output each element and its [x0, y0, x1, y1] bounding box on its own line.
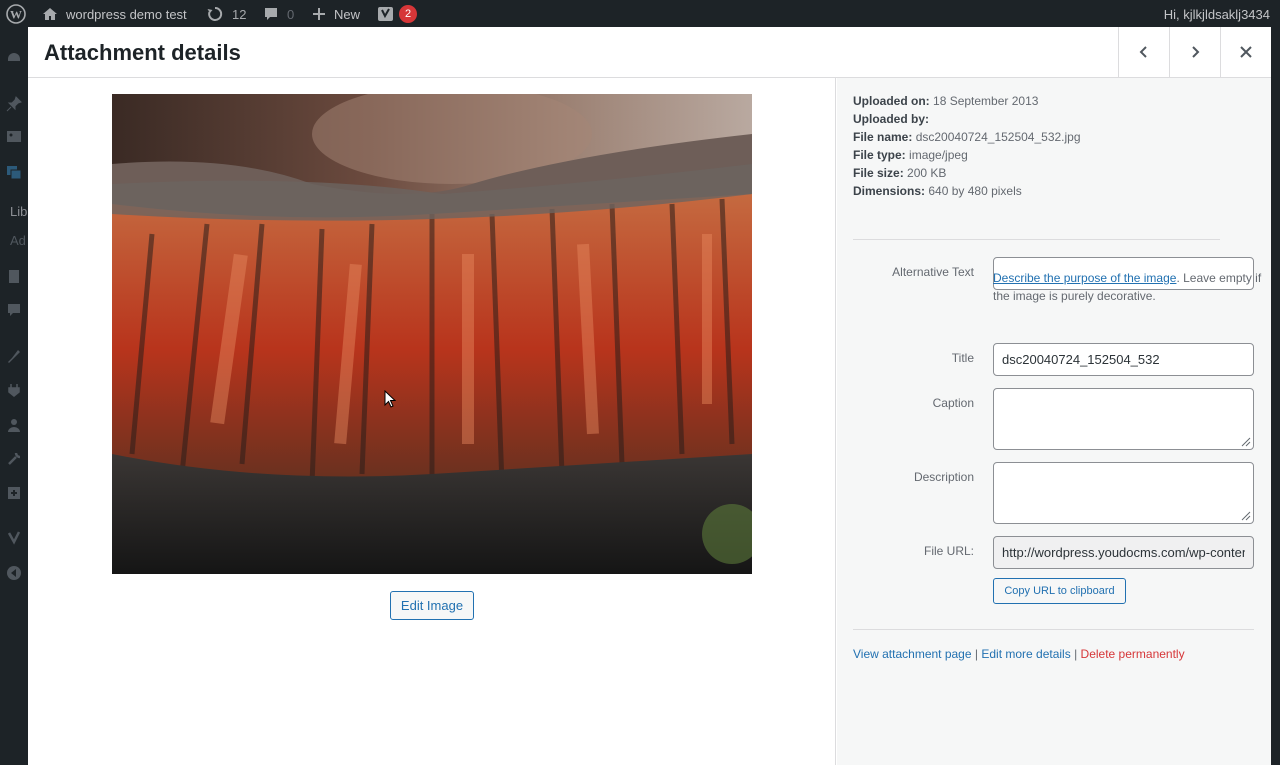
media-icon[interactable] [6, 128, 22, 144]
modal-title: Attachment details [44, 40, 241, 65]
comments-count: 0 [287, 6, 295, 22]
image-preview-area: Edit Image [28, 78, 836, 765]
caption-label: Caption [932, 396, 974, 410]
description-textarea[interactable] [993, 462, 1254, 524]
uploaded-on-label: Uploaded on: [853, 94, 930, 108]
dimensions-value: 640 by 480 pixels [928, 184, 1022, 198]
divider [853, 239, 1220, 240]
dimensions: Dimensions: 640 by 480 pixels [853, 182, 1081, 200]
alt-text-help: Describe the purpose of the image. Leave… [993, 269, 1263, 305]
seo-notification-badge: 2 [399, 5, 417, 23]
title-label: Title [951, 351, 974, 365]
wordpress-logo-icon[interactable]: W [6, 0, 26, 28]
pages-icon[interactable] [6, 269, 22, 285]
attachment-details-modal: Attachment details Edit Image Uploaded o… [28, 27, 1271, 765]
seo-icon[interactable] [6, 530, 22, 546]
caption-textarea[interactable] [993, 388, 1254, 450]
edit-more-details-link[interactable]: Edit more details [981, 647, 1070, 661]
tools-icon[interactable] [6, 451, 22, 467]
file-name-value: dsc20040724_152504_532.jpg [915, 130, 1081, 144]
description-label: Description [913, 470, 974, 484]
uploaded-by: Uploaded by: [853, 110, 1081, 128]
svg-text:W: W [10, 8, 22, 22]
library-icon[interactable] [6, 164, 22, 180]
site-name-link[interactable]: wordpress demo test [42, 0, 187, 28]
home-icon [43, 8, 57, 20]
account-greeting[interactable]: Hi, kjlkjldsaklj3434 [1164, 0, 1270, 28]
chevron-left-icon [1139, 46, 1147, 58]
previous-button[interactable] [1118, 27, 1169, 77]
admin-sidebar: Lib Ad [0, 28, 28, 765]
new-content-link[interactable]: New [312, 0, 360, 28]
updates-link[interactable]: 12 [206, 0, 246, 28]
delete-permanently-link[interactable]: Delete permanently [1081, 647, 1185, 661]
file-size: File size: 200 KB [853, 164, 1081, 182]
uploaded-on-value: 18 September 2013 [933, 94, 1039, 108]
mouse-cursor-icon [384, 390, 396, 408]
alt-text-help-link[interactable]: Describe the purpose of the image [993, 271, 1176, 285]
collapse-menu-icon[interactable] [6, 565, 22, 581]
new-label: New [334, 6, 361, 22]
attachment-details-panel: Uploaded on: 18 September 2013 Uploaded … [837, 78, 1271, 765]
alt-text-label: Alternative Text [892, 265, 974, 279]
next-button[interactable] [1169, 27, 1220, 77]
view-attachment-link[interactable]: View attachment page [853, 647, 972, 661]
comment-icon [265, 8, 277, 20]
uploaded-by-label: Uploaded by: [853, 112, 930, 126]
attachment-actions: View attachment page | Edit more details… [853, 647, 1185, 661]
sidebar-item-add-new[interactable]: Ad [10, 233, 26, 248]
file-name-label: File name: [853, 130, 913, 144]
action-separator: | [1074, 647, 1078, 661]
action-separator: | [974, 647, 978, 661]
copy-url-button[interactable]: Copy URL to clipboard [993, 578, 1126, 604]
close-button[interactable] [1220, 27, 1271, 77]
pin-icon[interactable] [6, 96, 22, 112]
edit-image-button[interactable]: Edit Image [390, 591, 474, 620]
modal-header: Attachment details [28, 27, 1271, 78]
plus-icon [313, 8, 325, 20]
yoast-icon [378, 7, 393, 21]
file-url-input[interactable] [993, 536, 1254, 569]
users-icon[interactable] [6, 417, 22, 433]
file-type: File type: image/jpeg [853, 146, 1081, 164]
uploaded-on: Uploaded on: 18 September 2013 [853, 92, 1081, 110]
appearance-icon[interactable] [6, 348, 22, 364]
title-input[interactable] [993, 343, 1254, 376]
caption-resize-handle-icon[interactable] [1241, 437, 1251, 447]
settings-icon[interactable] [6, 485, 22, 501]
description-resize-handle-icon[interactable] [1241, 511, 1251, 521]
dimensions-label: Dimensions: [853, 184, 926, 198]
file-type-label: File type: [853, 148, 906, 162]
sidebar-item-library[interactable]: Lib [10, 204, 27, 219]
dashboard-icon[interactable] [6, 50, 22, 66]
file-size-value: 200 KB [907, 166, 947, 180]
comments-link[interactable]: 0 [263, 0, 294, 28]
plugins-icon[interactable] [6, 383, 22, 399]
file-size-label: File size: [853, 166, 904, 180]
file-name: File name: dsc20040724_152504_532.jpg [853, 128, 1081, 146]
updates-count: 12 [232, 6, 247, 22]
comments-icon[interactable] [6, 302, 22, 318]
file-url-label: File URL: [923, 544, 974, 558]
site-name: wordpress demo test [66, 6, 187, 22]
attachment-image [112, 94, 752, 574]
updates-icon [207, 6, 223, 21]
admin-bar: W wordpress demo test 12 0 New 2 Hi, kjl… [0, 0, 1280, 28]
divider-bottom [853, 629, 1254, 630]
file-type-value: image/jpeg [909, 148, 968, 162]
close-icon [1240, 46, 1252, 58]
file-meta: Uploaded on: 18 September 2013 Uploaded … [853, 92, 1081, 200]
seo-menu[interactable]: 2 [377, 0, 417, 28]
chevron-right-icon [1192, 46, 1200, 58]
